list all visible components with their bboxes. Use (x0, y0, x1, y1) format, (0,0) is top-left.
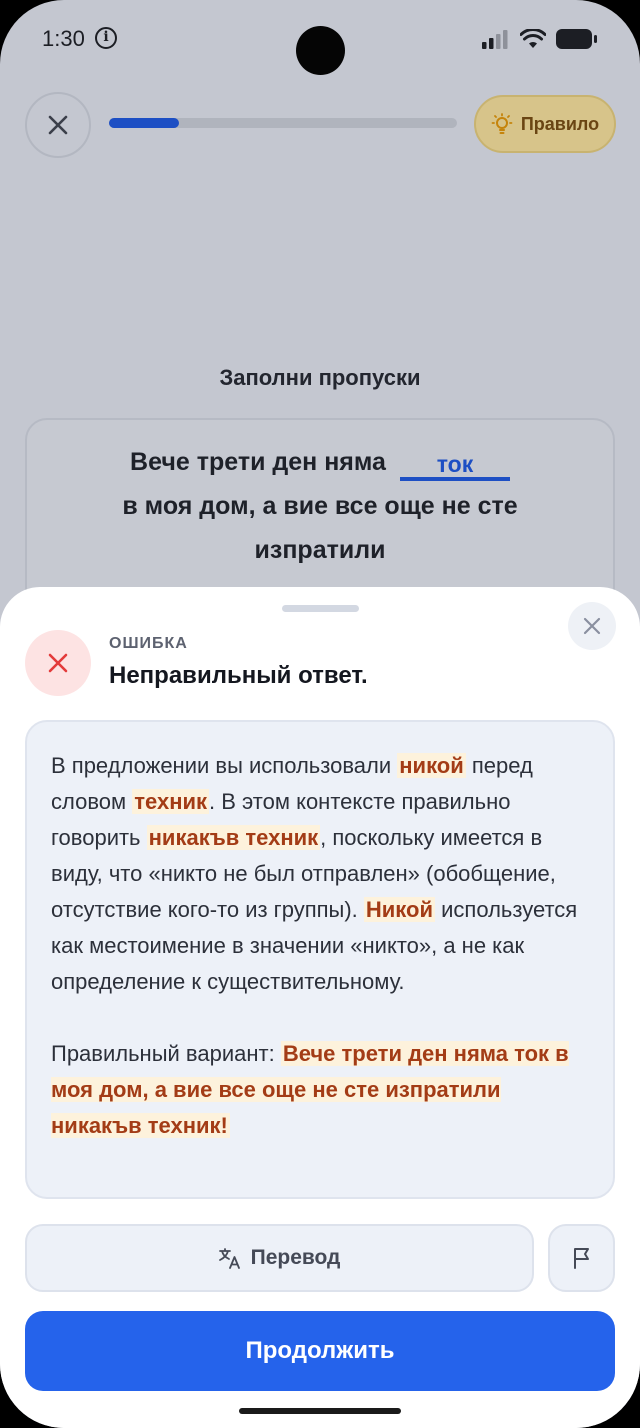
flag-icon (573, 1248, 589, 1269)
rule-button-label: Правило (520, 113, 600, 134)
report-button[interactable] (548, 1224, 615, 1292)
wifi-icon (520, 29, 546, 48)
highlight-word: Никой (363, 897, 435, 922)
sentence-line-3: изпратили (254, 536, 386, 564)
sheet-grabber[interactable] (282, 605, 359, 612)
lesson-progress-bar (109, 118, 457, 128)
error-title: Неправильный ответ. (109, 662, 368, 689)
highlight-word: никакъв техник (146, 825, 321, 850)
answer-blank[interactable]: ток (399, 451, 510, 481)
close-lesson-button[interactable] (25, 92, 91, 158)
task-title: Заполни пропуски (219, 365, 421, 390)
sentence-line-1: Вече трети ден няма ток (27, 448, 613, 481)
rule-button[interactable]: Правило (474, 95, 616, 153)
sentence-text-1: Вече трети ден няма (130, 448, 386, 476)
explanation-part: В предложении вы использовали (51, 753, 398, 778)
highlight-word: никой (397, 753, 466, 778)
signal-icon (482, 30, 508, 49)
home-indicator (239, 1408, 401, 1414)
explanation-text: В предложении вы использовали никой пере… (51, 748, 589, 1000)
highlight-word: техник (132, 789, 210, 814)
translate-icon (218, 1248, 240, 1269)
correct-answer-text: Правильный вариант: Вече трети ден няма … (51, 1036, 589, 1144)
error-x-icon (48, 653, 68, 673)
close-icon (583, 617, 601, 635)
progress-fill (109, 118, 179, 128)
app-screen: 1:30 i Правило Заполни пропуски Вече тре… (0, 0, 640, 1428)
sheet-close-button[interactable] (568, 602, 616, 650)
translate-button[interactable]: Перевод (25, 1224, 534, 1292)
error-label: ОШИБКА (109, 635, 188, 652)
sentence-line-2: в моя дом, а вие все още не сте (122, 492, 518, 520)
correct-answer-prefix: Правильный вариант: (51, 1041, 281, 1066)
error-badge (25, 630, 91, 696)
feedback-sheet: ОШИБКА Неправильный ответ. В предложении… (0, 587, 640, 1428)
status-icons (482, 28, 598, 50)
explanation-card: В предложении вы использовали никой пере… (25, 720, 615, 1199)
close-icon (48, 115, 68, 135)
battery-icon (556, 29, 597, 49)
info-icon: i (95, 27, 117, 49)
status-time: 1:30 (42, 26, 85, 51)
camera-cutout (296, 26, 345, 75)
continue-button[interactable]: Продолжить (25, 1311, 615, 1391)
lightbulb-icon (491, 113, 513, 134)
translate-button-label: Перевод (250, 1246, 341, 1269)
